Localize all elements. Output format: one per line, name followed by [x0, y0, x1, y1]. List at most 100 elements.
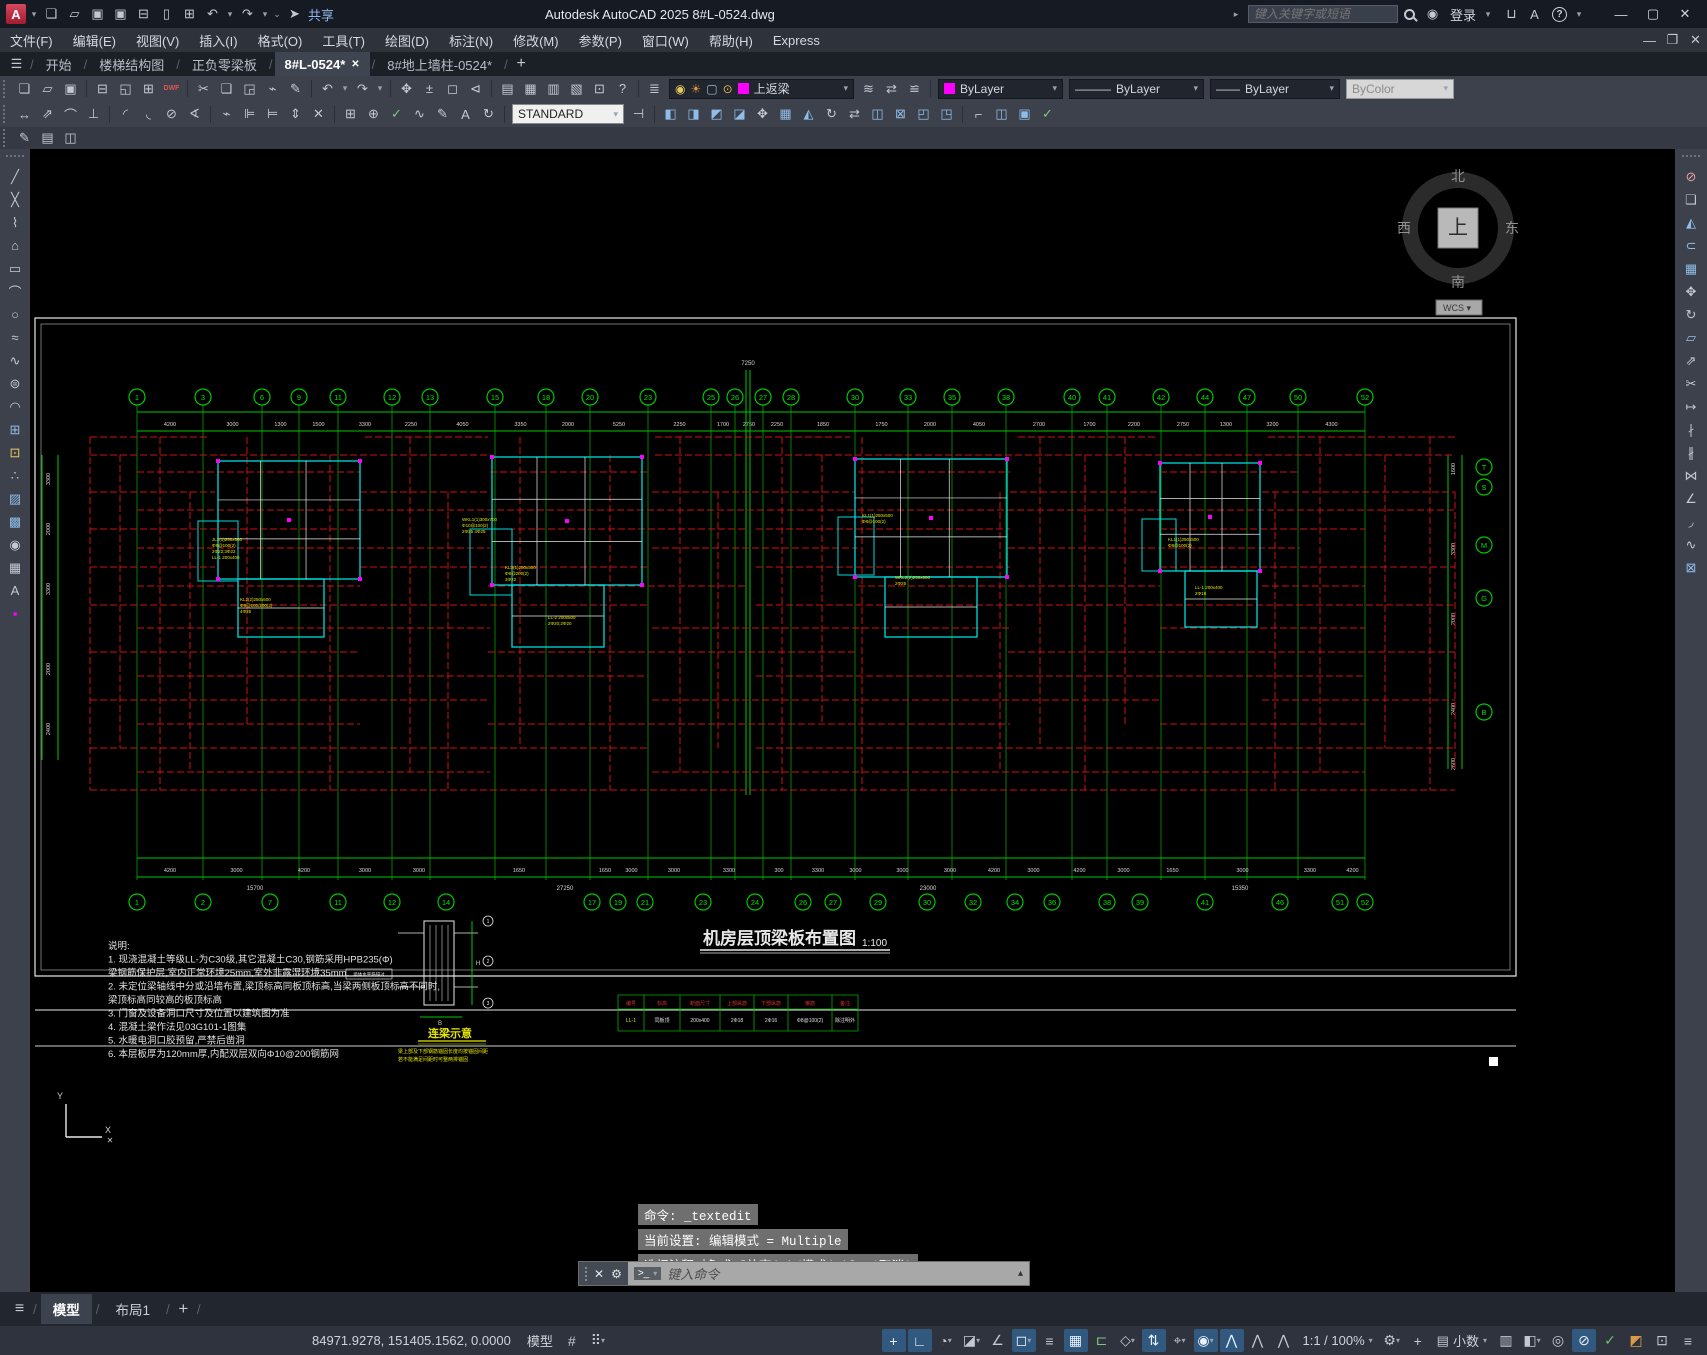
mirror-3d-icon[interactable]: ◭ — [798, 104, 819, 124]
shell-icon[interactable]: ▣ — [1014, 104, 1035, 124]
array-icon[interactable]: ▦ — [1679, 258, 1703, 279]
search-icon[interactable] — [1403, 8, 1415, 20]
help-icon[interactable]: ? — [612, 79, 633, 99]
toolbar-grip[interactable] — [3, 129, 10, 147]
command-scroll-up-icon[interactable]: ▴ — [1018, 1268, 1029, 1279]
quick-properties-icon[interactable]: ▥ — [1494, 1329, 1518, 1352]
sheet-set-icon[interactable]: ▧ — [566, 79, 587, 99]
rotate-3d-icon[interactable]: ↻ — [821, 104, 842, 124]
solid-cone-icon[interactable]: ◩ — [706, 104, 727, 124]
signin-label[interactable]: 登录 — [1450, 5, 1476, 24]
open-folder-icon[interactable]: ▱ — [37, 79, 58, 99]
isolate-objects-icon[interactable]: ◎ — [1546, 1329, 1570, 1352]
dim-jogged-icon[interactable]: ◟ — [138, 104, 159, 124]
check-icon[interactable]: ✓ — [1037, 104, 1058, 124]
layer-settings-icon[interactable]: ≌ — [904, 79, 925, 99]
color-swatch-icon[interactable]: ▪ — [3, 603, 27, 624]
new-file-icon[interactable]: ❏ — [41, 4, 62, 24]
trim-icon[interactable]: ✂ — [1679, 373, 1703, 394]
revision-cloud-icon[interactable]: ≈ — [3, 327, 27, 348]
lineweight-display-icon[interactable]: ≡ — [1038, 1329, 1062, 1352]
command-input[interactable]: 键入命令 — [667, 1264, 1018, 1283]
markup-import-icon[interactable]: ✎ — [14, 128, 35, 148]
qat-dropdown-icon[interactable]: ⌄ — [272, 4, 282, 24]
cart-icon[interactable]: ⊔ — [1501, 4, 1522, 24]
region-icon[interactable]: ◉ — [3, 534, 27, 555]
graphics-performance-icon[interactable]: ✓ — [1598, 1329, 1622, 1352]
file-tab-1[interactable]: 楼梯结构图 — [89, 52, 174, 76]
dim-baseline-icon[interactable]: ⊫ — [239, 104, 260, 124]
dim-diameter-icon[interactable]: ⊘ — [161, 104, 182, 124]
dynamic-ucs-icon[interactable]: ⇅ — [1141, 1329, 1166, 1352]
command-close-icon[interactable]: ✕ — [594, 1267, 604, 1281]
mtext-icon[interactable]: A — [3, 580, 27, 601]
break-at-point-icon[interactable]: ∤ — [1679, 419, 1703, 440]
copy-icon[interactable]: ❏ — [216, 79, 237, 99]
menu-item-7[interactable]: 标注(N) — [439, 28, 503, 52]
redo-icon[interactable]: ↷ — [352, 79, 373, 99]
menu-item-11[interactable]: 帮助(H) — [699, 28, 763, 52]
dynamic-input-icon[interactable]: ⌖ ▾ — [1168, 1329, 1192, 1352]
annotation-scale-display[interactable]: 1:1 / 100% ▾ — [1297, 1329, 1379, 1352]
export-dwf-icon[interactable]: DWF — [161, 79, 182, 99]
new-layout-button[interactable]: + — [173, 1299, 194, 1319]
solid-wedge-icon[interactable]: ◨ — [683, 104, 704, 124]
solid-union-icon[interactable]: ◪ — [729, 104, 750, 124]
hardware-acceleration-icon[interactable]: ⊘ — [1572, 1329, 1596, 1352]
file-tab-2[interactable]: 正负零梁板 — [182, 52, 267, 76]
dock-grip[interactable] — [1682, 155, 1700, 162]
isodraft-icon[interactable]: ◪ ▾ — [960, 1329, 984, 1352]
markup-icon[interactable]: ✎ — [285, 79, 306, 99]
share-icon[interactable]: ➤ — [284, 4, 305, 24]
copy-icon[interactable]: ❏ — [1679, 189, 1703, 210]
offset-icon[interactable]: ⊂ — [1679, 235, 1703, 256]
mirror-icon[interactable]: ◭ — [1679, 212, 1703, 233]
dim-inspect-icon[interactable]: ✓ — [386, 104, 407, 124]
logo-dropdown-icon[interactable]: ▾ — [29, 4, 39, 24]
annotation-scale-left-icon[interactable]: ⋀ — [1246, 1329, 1270, 1352]
tab-close-icon[interactable]: ✕ — [351, 59, 359, 70]
mobile-icon[interactable]: ▯ — [156, 4, 177, 24]
slice-icon[interactable]: ⊠ — [890, 104, 911, 124]
layer-previous-icon[interactable]: ≋ — [858, 79, 879, 99]
arc-icon[interactable]: ⌒ — [3, 281, 27, 302]
dim-jogline-icon[interactable]: ∿ — [409, 104, 430, 124]
print-preview-icon[interactable]: ◱ — [115, 79, 136, 99]
clean-screen-icon[interactable]: ⊡ — [1650, 1329, 1674, 1352]
quickcalc-icon[interactable]: ⊡ — [589, 79, 610, 99]
new-tab-button[interactable]: + — [511, 54, 532, 74]
close-button[interactable]: ✕ — [1670, 2, 1700, 26]
search-expand-icon[interactable]: ▸ — [1231, 4, 1241, 24]
gradient-icon[interactable]: ▩ — [3, 511, 27, 532]
extend-icon[interactable]: ↦ — [1679, 396, 1703, 417]
construction-line-icon[interactable]: ╳ — [3, 189, 27, 210]
object-snap-icon[interactable]: ◻ ▾ — [1011, 1329, 1036, 1352]
layout-tab-模型[interactable]: 模型 — [40, 1294, 92, 1324]
doc-minimize-button[interactable]: — — [1639, 30, 1660, 50]
blend-curves-icon[interactable]: ∿ — [1679, 534, 1703, 555]
signin-dropdown-icon[interactable]: ▾ — [1483, 4, 1493, 24]
print-icon[interactable]: ⊟ — [92, 79, 113, 99]
save-icon[interactable]: ▣ — [60, 79, 81, 99]
insert-block-icon[interactable]: ⊞ — [3, 419, 27, 440]
selection-cycling-icon[interactable]: ⊏ — [1090, 1329, 1114, 1352]
chamfer-icon[interactable]: ∠ — [1679, 488, 1703, 509]
interfere-icon[interactable]: ◫ — [867, 104, 888, 124]
layer-isolate-icon[interactable]: ⇄ — [881, 79, 902, 99]
autodesk-a-icon[interactable]: A — [1524, 4, 1545, 24]
move-3d-icon[interactable]: ✥ — [752, 104, 773, 124]
doc-restore-button[interactable]: ❐ — [1662, 30, 1683, 50]
dim-space-icon[interactable]: ⇕ — [285, 104, 306, 124]
menu-item-1[interactable]: 编辑(E) — [63, 28, 126, 52]
layout-menu-icon[interactable]: ≡ — [9, 1299, 30, 1319]
polyline-icon[interactable]: ⌇ — [3, 212, 27, 233]
doc-close-button[interactable]: ✕ — [1685, 30, 1706, 50]
maximize-button[interactable]: ▢ — [1638, 2, 1668, 26]
undo-icon[interactable]: ↶ — [317, 79, 338, 99]
dock-grip[interactable] — [6, 155, 24, 162]
command-tools-icon[interactable]: ⚙ — [611, 1267, 622, 1281]
minimize-button[interactable]: — — [1606, 2, 1636, 26]
save-icon[interactable]: ▣ — [87, 4, 108, 24]
model-space-toggle[interactable]: 模型 — [521, 1329, 559, 1352]
menu-item-12[interactable]: Express — [763, 28, 830, 52]
